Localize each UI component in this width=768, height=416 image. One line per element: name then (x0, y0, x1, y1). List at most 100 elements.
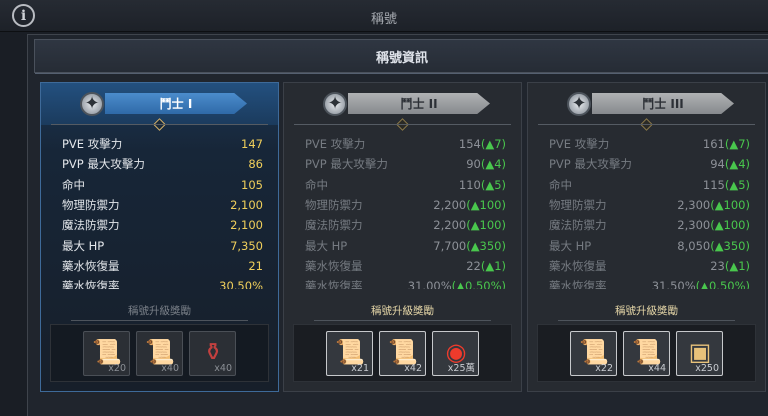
reward-slot[interactable]: ⚱ x40 (189, 330, 236, 376)
reward-slot[interactable]: ◉ x25萬 (432, 330, 479, 376)
stat-delta: (▲100) (710, 198, 750, 213)
stat-label: PVE 攻擊力 (305, 137, 366, 152)
reward-count: x40 (161, 362, 179, 374)
title-card-3[interactable]: ✦ 鬥士 III PVE 攻擊力 161(▲7) PVP 最大攻擊力 94(▲4) … (527, 82, 766, 392)
stat-delta: (▲7) (724, 137, 750, 152)
reward-count: x21 (351, 362, 369, 374)
stat-value: 8,050 (677, 238, 711, 253)
stat-row: 物理防禦力 2,200(▲100) (284, 195, 521, 215)
stat-row: 魔法防禦力 2,300(▲100) (528, 215, 765, 235)
stat-delta: (▲350) (466, 238, 506, 253)
stat-delta: (▲100) (466, 218, 506, 233)
stat-label: 藥水恢復量 (62, 258, 120, 273)
reward-slot[interactable]: 📜 x22 (570, 330, 617, 376)
reward-slot[interactable]: 📜 x21 (326, 330, 373, 376)
divider (538, 124, 755, 125)
reward-count: x42 (404, 362, 422, 374)
stat-label: 最大 HP (549, 238, 592, 253)
stat-label: 藥水恢復量 (305, 258, 363, 273)
stat-row: 最大 HP 8,050(▲350) (528, 235, 765, 255)
stat-delta: (▲100) (710, 218, 750, 233)
stat-value: 30.50% (219, 279, 263, 289)
reward-count: x250 (695, 362, 719, 374)
stat-label: PVE 攻擊力 (549, 137, 610, 152)
stat-value: 2,100 (230, 198, 263, 213)
stat-value: 22 (466, 258, 481, 273)
reward-list: 📜 x22 📜 x44 ▣ x250 (537, 324, 756, 382)
stat-row: PVP 最大攻擊力 86 (41, 154, 278, 174)
divider (294, 124, 511, 125)
stat-label: PVE 攻擊力 (62, 137, 123, 152)
reward-count: x22 (595, 362, 613, 374)
stat-delta: (▲4) (480, 157, 506, 172)
stat-label: 藥水恢復率 (62, 279, 120, 289)
reward-slot[interactable]: 📜 x20 (83, 330, 130, 376)
stat-label: 藥水恢復率 (305, 279, 363, 289)
stat-label: 物理防禦力 (305, 198, 363, 213)
stat-label: 藥水恢復率 (549, 279, 607, 289)
top-bar: i 稱號 (0, 0, 768, 32)
header-divider (35, 73, 768, 74)
stat-row: 魔法防禦力 2,100 (41, 215, 278, 235)
reward-title: 稱號升級獎勵 (41, 303, 278, 321)
stat-value: 154 (458, 137, 481, 152)
stat-delta: (▲1) (724, 258, 750, 273)
stat-label: PVP 最大攻擊力 (62, 157, 145, 172)
stat-label: PVP 最大攻擊力 (305, 157, 388, 172)
stat-label: 物理防禦力 (62, 198, 120, 213)
stat-row: 藥水恢復量 21 (41, 256, 278, 276)
reward-slot[interactable]: ▣ x250 (676, 330, 723, 376)
stat-value: 2,200 (433, 198, 467, 213)
stat-value: 21 (248, 258, 263, 273)
title-card-1[interactable]: ✦ 鬥士 I PVE 攻擊力 147 PVP 最大攻擊力 86 命中 105 物理防禦… (40, 82, 279, 392)
reward-slot[interactable]: 📜 x42 (379, 330, 426, 376)
reward-title: 稱號升級獎勵 (284, 303, 521, 321)
reward-slot[interactable]: 📜 x44 (623, 330, 670, 376)
title-card-2[interactable]: ✦ 鬥士 II PVE 攻擊力 154(▲7) PVP 最大攻擊力 90(▲4) 命… (283, 82, 522, 392)
stat-row: PVP 最大攻擊力 90(▲4) (284, 154, 521, 174)
stat-row: 藥水恢復量 22(▲1) (284, 256, 521, 276)
stat-list: PVE 攻擊力 154(▲7) PVP 最大攻擊力 90(▲4) 命中 110(▲5)… (284, 134, 521, 289)
stat-value: 94 (710, 157, 725, 172)
stat-row: 物理防禦力 2,300(▲100) (528, 195, 765, 215)
stat-label: 魔法防禦力 (549, 218, 607, 233)
stat-label: 命中 (62, 177, 85, 192)
stat-delta: (▲7) (480, 137, 506, 152)
stat-value: 161 (702, 137, 725, 152)
section-title: 稱號資訊 (375, 50, 428, 66)
stat-row: 物理防禦力 2,100 (41, 195, 278, 215)
title-name: 鬥士 III (592, 93, 734, 114)
stat-value: 115 (702, 177, 725, 192)
stat-value: 105 (241, 177, 263, 192)
stat-delta: (▲0.50%) (451, 279, 506, 289)
stat-delta: (▲0.50%) (695, 279, 750, 289)
reward-list: 📜 x21 📜 x42 ◉ x25萬 (293, 324, 512, 382)
stat-value: 2,300 (677, 198, 711, 213)
stat-row: PVP 最大攻擊力 94(▲4) (528, 154, 765, 174)
card-header: ✦ 鬥士 I (41, 83, 278, 131)
reward-count: x44 (648, 362, 666, 374)
reward-count: x40 (214, 362, 232, 374)
stat-row: 最大 HP 7,350 (41, 235, 278, 255)
stat-label: 魔法防禦力 (62, 218, 120, 233)
stat-label: 最大 HP (305, 238, 348, 253)
compass-star-icon: ✦ (564, 89, 594, 119)
stat-row: 藥水恢復率 31.00%(▲0.50%) (284, 276, 521, 289)
reward-count: x20 (108, 362, 126, 374)
stat-value: 31.50% (651, 279, 696, 289)
stat-row: 藥水恢復量 23(▲1) (528, 256, 765, 276)
reward-slot[interactable]: 📜 x40 (136, 330, 183, 376)
stat-row: 命中 110(▲5) (284, 175, 521, 195)
stat-value: 23 (710, 258, 725, 273)
stat-delta: (▲5) (724, 177, 750, 192)
stat-label: 命中 (549, 177, 572, 192)
stat-delta: (▲5) (480, 177, 506, 192)
stat-row: 魔法防禦力 2,200(▲100) (284, 215, 521, 235)
stat-row: 命中 115(▲5) (528, 175, 765, 195)
stat-row: PVE 攻擊力 147 (41, 134, 278, 154)
stat-delta: (▲350) (710, 238, 750, 253)
title-name: 鬥士 I (105, 93, 247, 114)
stat-row: 藥水恢復率 31.50%(▲0.50%) (528, 276, 765, 289)
stat-delta: (▲1) (480, 258, 506, 273)
stat-row: 最大 HP 7,700(▲350) (284, 235, 521, 255)
